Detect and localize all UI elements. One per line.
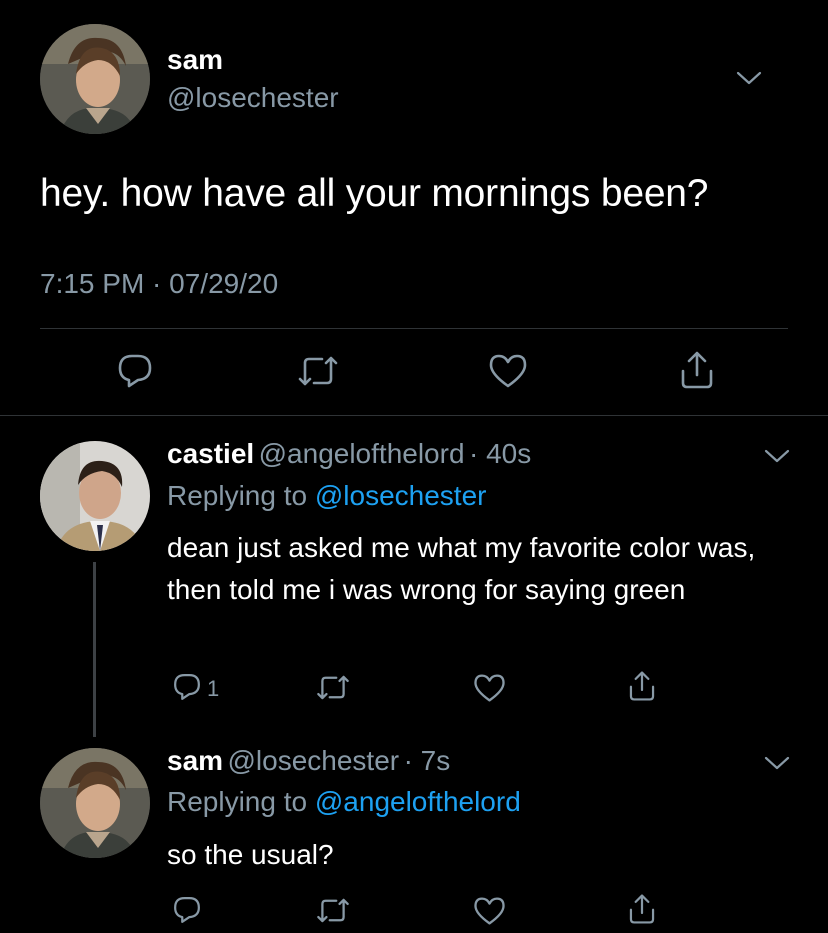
- replying-to: Replying to @angelofthelord: [167, 786, 521, 818]
- retweet-icon[interactable]: [315, 672, 351, 703]
- reply-age[interactable]: · 40s: [469, 438, 531, 469]
- replying-to-handle[interactable]: @angelofthelord: [315, 786, 521, 817]
- retweet-icon[interactable]: [296, 352, 340, 390]
- chevron-down-icon[interactable]: [736, 70, 762, 86]
- chevron-down-icon[interactable]: [764, 755, 790, 771]
- reply-icon[interactable]: [116, 352, 154, 390]
- reply-icon[interactable]: [172, 672, 202, 702]
- author-name[interactable]: sam: [167, 745, 223, 776]
- author-handle[interactable]: @angelofthelord: [259, 438, 465, 469]
- share-icon[interactable]: [627, 670, 657, 702]
- chevron-down-icon[interactable]: [764, 448, 790, 464]
- section-divider: [0, 415, 828, 416]
- avatar-sam[interactable]: [40, 24, 150, 134]
- tweet-timestamp[interactable]: 7:15 PM · 07/29/20: [40, 268, 278, 300]
- author-name[interactable]: castiel: [167, 438, 254, 469]
- divider: [40, 328, 788, 329]
- avatar-castiel[interactable]: [40, 441, 150, 551]
- replying-to-handle[interactable]: @losechester: [315, 480, 487, 511]
- like-icon[interactable]: [473, 673, 506, 703]
- replying-to-label: Replying to: [167, 786, 308, 817]
- thread-line: [93, 562, 96, 737]
- replying-to-label: Replying to: [167, 480, 308, 511]
- reply-text: so the usual?: [167, 839, 334, 870]
- like-icon[interactable]: [488, 353, 528, 389]
- reply-text: dean just asked me what my favorite colo…: [167, 532, 756, 605]
- reply-icon[interactable]: [172, 895, 202, 925]
- reply-count: 1: [207, 676, 220, 701]
- like-icon[interactable]: [473, 896, 506, 926]
- author-handle[interactable]: @losechester: [167, 82, 339, 114]
- avatar-sam[interactable]: [40, 748, 150, 858]
- share-icon[interactable]: [678, 350, 716, 390]
- share-icon[interactable]: [627, 893, 657, 925]
- tweet-text: hey. how have all your mornings been?: [40, 172, 709, 215]
- reply-header: sam @losechester · 7s: [167, 745, 450, 777]
- retweet-icon[interactable]: [315, 895, 351, 926]
- author-name[interactable]: sam: [167, 44, 223, 76]
- replying-to: Replying to @losechester: [167, 480, 486, 512]
- author-handle[interactable]: @losechester: [228, 745, 400, 776]
- reply-header: castiel @angelofthelord · 40s: [167, 438, 531, 470]
- reply-age[interactable]: · 7s: [404, 745, 451, 776]
